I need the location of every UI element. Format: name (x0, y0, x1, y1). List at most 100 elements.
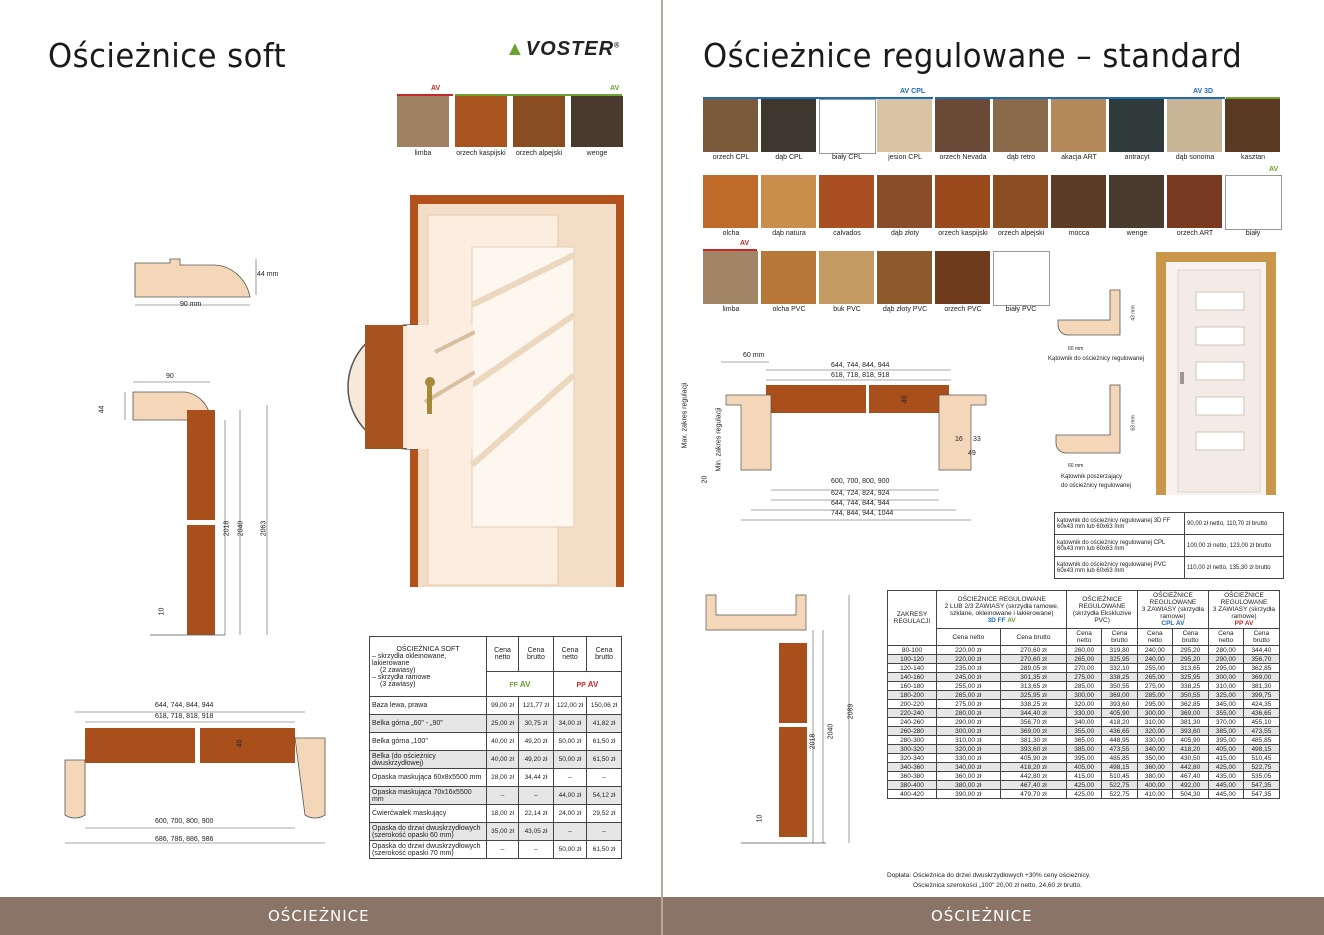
price-cell: 320,00 (1066, 699, 1102, 709)
cpl-badge-label: CPL (911, 88, 926, 95)
price-cell: 325,95 (1171, 672, 1209, 682)
swatch-label: biały (1245, 230, 1261, 237)
price-cell: 415,00 (1066, 771, 1102, 781)
price-cell: 285,00 (1136, 690, 1173, 700)
price-cell: 393,60 (1171, 726, 1209, 736)
col-header: Cena brutto (999, 628, 1068, 646)
angle-caption-2b: do ościeżnicy regulowanej (1061, 483, 1132, 489)
group-title: OŚCIEŻNICE REGULOWANE (1078, 595, 1126, 610)
color-swatch (819, 175, 874, 228)
color-swatch (571, 96, 623, 147)
angle-price: 100,00 zł netto, 123,00 zł brutto (1184, 534, 1284, 557)
footer-label: OŚCIEŻNICE (268, 907, 370, 925)
color-swatch (1167, 99, 1222, 152)
range-cell: 400-420 (887, 789, 937, 799)
price-cell: 325,95 (1100, 654, 1138, 664)
price-cell: 330,00 (1136, 735, 1173, 745)
color-swatch (877, 251, 932, 304)
price-cell: 270,60 zł (999, 654, 1068, 664)
group-title: OŚCIEŻNICE REGULOWANE (957, 595, 1046, 603)
price-cell: 319,80 (1100, 645, 1138, 655)
table-row: Opaska maskująca 70x16x5500 mm – –44,00 zł… (369, 786, 622, 805)
price-cell: 310,00 (1207, 681, 1244, 691)
price-cell: 390,00 zł (936, 789, 1001, 799)
range-cell: 100-120 (887, 654, 937, 664)
price-cell: 260,00 (1066, 645, 1102, 655)
color-swatch (877, 99, 932, 152)
price-cell: 395,00 (1207, 735, 1244, 745)
price-cell: 61,50 zł (586, 750, 622, 769)
col-header: Cena brutto (518, 636, 554, 672)
ff-tag: FF AV (486, 671, 554, 697)
ff-av-icon: AV (1269, 166, 1279, 173)
table-row: kątownik do ościeżnicy regulowanej PVC 6… (1054, 556, 1284, 579)
pp-tag: PP AV (552, 671, 623, 697)
price-cell: 49,20 zł (518, 732, 554, 751)
row-name: Belka (do ościeżnicy dwuskrzydłowej) (369, 750, 487, 769)
table-row: 80-100 220,00 zł 270,60 zł 260,00 319,80 240,… (887, 645, 1281, 655)
price-cell: 535,05 (1242, 771, 1281, 781)
range-cell: 320-340 (887, 753, 937, 763)
price-cell: 122,00 zł (552, 696, 588, 715)
color-swatch (397, 96, 449, 147)
table-row: 180-200 265,00 zł 325,95 zł 300,00 369,00 285… (887, 690, 1281, 700)
table-row: 200-220 275,00 zł 338,25 zł 320,00 393,60 295… (887, 699, 1281, 709)
price-cell: 362,85 (1242, 663, 1281, 673)
price-cell: 285,00 (1066, 681, 1102, 691)
table-row: Ćwierćwałek maskujący 18,00 zł 22,14 zł 24,… (369, 804, 622, 823)
price-cell: 295,20 (1171, 654, 1209, 664)
price-cell: 385,00 (1207, 726, 1244, 736)
price-cell: 290,00 zł (936, 717, 1001, 727)
price-cell: – (586, 768, 622, 787)
price-cell: 340,00 (1066, 717, 1102, 727)
dim-bottom-widths-b: 686, 786, 886, 986 (155, 836, 214, 843)
table-row: 380-400 380,00 zł 467,40 zł 425,00 522,75 400… (887, 780, 1281, 790)
table-row: 220-240 280,00 zł 344,40 zł 330,00 405,90 300… (887, 708, 1281, 718)
dim-height-2040: 2040 (237, 520, 245, 537)
price-cell: 445,00 (1207, 780, 1244, 790)
dim-leaf-thickness: 40 (236, 739, 244, 748)
dim-height-2089: 2089 (847, 703, 855, 720)
table-row: 140-160 245,00 zł 301,35 zł 275,00 338,25 265… (887, 672, 1281, 682)
3d-badge-label: 3D (1204, 88, 1214, 95)
color-swatch (1109, 99, 1164, 152)
price-cell: 381,30 (1171, 717, 1209, 727)
catalog-spread: Ościeżnice soft ▲VOSTER® AV AV limba orze… (0, 0, 1324, 935)
price-cell: 355,00 (1207, 708, 1244, 718)
table-row: 120-140 235,00 zł 289,05 zł 270,00 332,10 255… (887, 663, 1281, 673)
price-cell: 34,44 zł (518, 768, 554, 787)
dim-top-widths-b: 618, 718, 818, 918 (831, 372, 890, 379)
price-cell: 325,95 zł (999, 690, 1068, 700)
table-row: 100-120 220,00 zł 270,60 zł 265,00 325,95 240… (887, 654, 1281, 664)
price-cell: 473,55 (1242, 726, 1281, 736)
page-title: Ościeżnice regulowane – standard (703, 36, 1243, 75)
dim-33: 33 (973, 436, 981, 443)
price-cell: 275,00 (1066, 672, 1102, 682)
header-line: (3 zawiasy) (380, 680, 416, 688)
price-cell: 300,00 (1136, 708, 1173, 718)
price-cell: 498,15 (1100, 762, 1138, 772)
dim-min-regulation: Min. zakres regulacji (715, 407, 723, 472)
price-cell: 54,12 zł (586, 786, 622, 805)
price-cell: 479,70 zł (999, 789, 1068, 799)
price-cell: 410,00 (1136, 789, 1173, 799)
price-cell: 522,75 (1100, 780, 1138, 790)
price-cell: 41,82 zł (586, 714, 622, 733)
color-swatch (703, 175, 758, 228)
dim-49: 49 (968, 450, 976, 457)
table-row: 320-340 330,00 zł 405,90 zł 395,00 485,85 350… (887, 753, 1281, 763)
dim-bottom-widths-1: 600, 700, 800, 900 (831, 478, 890, 485)
price-cell: 289,05 zł (999, 663, 1068, 673)
dim-16: 16 (955, 436, 963, 443)
price-cell: 50,00 zł (552, 732, 588, 751)
color-swatch (819, 99, 876, 154)
price-cell: 275,00 zł (936, 699, 1001, 709)
table-row: 340-360 340,00 zł 418,20 zł 405,00 498,15 360… (887, 762, 1281, 772)
group-header-3: OŚCIEŻNICE REGULOWANE 3 ZAWIASY (skrzydł… (1136, 590, 1209, 629)
price-cell: 344,40 zł (999, 708, 1068, 718)
dim-angle-60: 60 mm (1068, 346, 1084, 352)
price-cell: 485,85 (1242, 735, 1281, 745)
page-title: Ościeżnice soft (48, 36, 287, 75)
soft-profile-drawing (134, 258, 257, 306)
3d-badge: AV 3D (1193, 88, 1214, 95)
